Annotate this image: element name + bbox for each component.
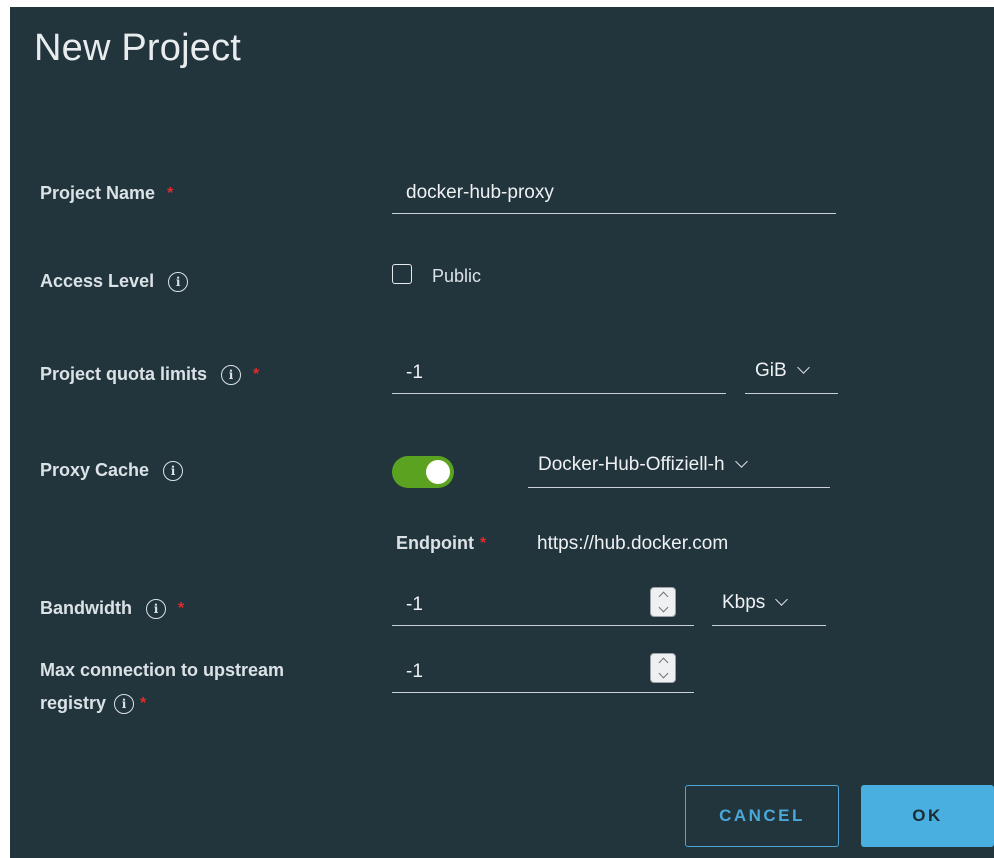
required-marker: *	[178, 599, 185, 617]
info-icon[interactable]: i	[114, 693, 135, 714]
max-connection-label-line1: Max connection to upstream	[40, 660, 285, 680]
chevron-up-icon[interactable]	[658, 657, 668, 668]
max-connection-label: Max connection to upstream registry i *	[40, 660, 284, 714]
quota-label: Project quota limits i *	[40, 364, 259, 385]
proxy-cache-label: Proxy Cache i	[40, 460, 184, 481]
max-connection-label-row2: registry i *	[40, 693, 146, 714]
bandwidth-label-text: Bandwidth	[40, 598, 132, 618]
bandwidth-label: Bandwidth i *	[40, 598, 184, 619]
max-connection-input[interactable]	[392, 659, 694, 693]
cancel-button[interactable]: CANCEL	[685, 785, 839, 847]
chevron-down-icon[interactable]	[658, 602, 668, 613]
bandwidth-input[interactable]	[392, 592, 694, 626]
access-level-label-text: Access Level	[40, 271, 155, 291]
max-connection-stepper[interactable]	[650, 653, 676, 683]
toggle-knob	[426, 460, 450, 484]
quota-unit-select[interactable]: GiB	[745, 360, 838, 394]
required-marker: *	[253, 365, 260, 383]
dialog-title: New Project	[34, 27, 242, 69]
chevron-down-icon[interactable]	[658, 668, 668, 679]
chevron-up-icon[interactable]	[658, 591, 668, 602]
info-icon[interactable]: i	[221, 364, 242, 385]
project-name-label: Project Name *	[40, 183, 173, 204]
required-marker: *	[140, 694, 147, 712]
endpoint-label-text: Endpoint	[396, 533, 474, 553]
proxy-registry-select[interactable]: Docker-Hub-Offiziell-h	[528, 454, 830, 488]
ok-button[interactable]: OK	[861, 785, 994, 847]
max-connection-label-line2: registry	[40, 693, 107, 713]
bandwidth-stepper[interactable]	[650, 587, 676, 617]
endpoint-label: Endpoint *	[396, 533, 486, 554]
new-project-dialog: New Project Project Name * Access Level …	[10, 7, 994, 858]
info-icon[interactable]: i	[168, 271, 189, 292]
endpoint-value: https://hub.docker.com	[537, 533, 729, 554]
access-level-label: Access Level i	[40, 271, 189, 292]
required-marker: *	[167, 184, 174, 202]
quota-input[interactable]	[392, 360, 726, 394]
public-checkbox[interactable]	[392, 264, 412, 284]
info-icon[interactable]: i	[146, 598, 166, 619]
required-marker: *	[479, 534, 487, 552]
proxy-cache-label-text: Proxy Cache	[40, 460, 150, 480]
project-name-input[interactable]	[392, 180, 836, 214]
bandwidth-unit-value: Kbps	[722, 592, 766, 613]
quota-unit-value: GiB	[755, 360, 787, 381]
public-checkbox-label[interactable]: Public	[432, 266, 481, 287]
proxy-registry-value: Docker-Hub-Offiziell-h	[538, 454, 725, 475]
info-icon[interactable]: i	[163, 460, 184, 481]
project-name-label-text: Project Name	[40, 183, 156, 203]
chevron-down-icon	[796, 361, 810, 374]
bandwidth-unit-select[interactable]: Kbps	[712, 592, 826, 626]
chevron-down-icon	[734, 455, 748, 468]
proxy-cache-toggle[interactable]	[392, 456, 454, 488]
quota-label-text: Project quota limits	[40, 364, 208, 384]
chevron-down-icon	[775, 593, 789, 606]
